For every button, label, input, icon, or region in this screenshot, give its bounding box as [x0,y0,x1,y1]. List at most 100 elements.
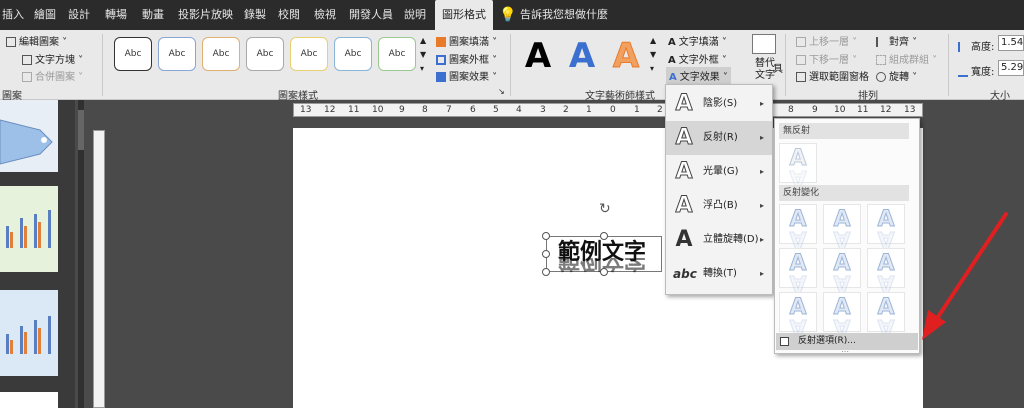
3d-rotation-icon: A [675,227,693,252]
resize-handle[interactable] [542,232,550,240]
ruler-tick-label: 2 [563,105,569,115]
menu-item-shadow[interactable]: A 陰影(S) ▸ [666,87,772,121]
shape-style-3[interactable]: Abc [202,37,240,71]
slide-thumbnail[interactable] [0,290,58,376]
tab-help[interactable]: 說明 [404,0,426,30]
width-input[interactable]: 5.29 公 [998,60,1024,76]
merge-shapes-button[interactable]: 合併圖案 ˅ [22,68,83,83]
styles-scroll-up[interactable]: ▲ [420,36,426,45]
ruler-tick-label: 9 [812,105,818,115]
rotate-icon [876,72,886,82]
menu-item-transform[interactable]: abc 轉換(T) ▸ [666,257,772,291]
tab-shape-format[interactable]: 圖形格式 [435,0,493,30]
wordart-scroll-down[interactable]: ▼ [650,50,656,59]
transform-icon: abc [673,267,697,281]
shape-outline-button[interactable]: 圖案外框 ˅ [436,51,497,66]
reflection-options-item[interactable]: 反射選項(R)... [776,333,918,350]
ruler-tick-label: 9 [399,105,405,115]
shape-style-2[interactable]: Abc [158,37,196,71]
send-backward-button[interactable]: 下移一層 ˅ [796,51,857,66]
no-reflection-option[interactable]: A [779,143,817,183]
reflection-variation[interactable]: A [867,292,905,332]
height-row: 高度: [958,38,994,53]
reflection-variation[interactable]: A [779,292,817,332]
wordart-more[interactable]: ▾ [650,64,654,73]
reflection-variation[interactable]: A [779,204,817,244]
shape-style-5[interactable]: Abc [290,37,328,71]
chevron-right-icon: ▸ [759,269,764,278]
edit-shape-button[interactable]: 編輯圖案 ˅ [6,33,67,48]
shape-style-6[interactable]: Abc [334,37,372,71]
text-box-button[interactable]: 文字方塊 ˅ [22,51,83,66]
menu-item-3d-rotation[interactable]: A 立體旋轉(D) ▸ [666,223,772,257]
height-input[interactable]: 1.54 公 [998,35,1024,51]
reflection-variation[interactable]: A [823,204,861,244]
tell-me-search[interactable]: 告訴我您想做什麼 [520,0,608,30]
tab-record[interactable]: 錄製 [244,0,266,30]
tab-slide-show[interactable]: 投影片放映 [178,0,233,30]
styles-scroll-down[interactable]: ▼ [420,50,426,59]
ruler-tick-label: 5 [493,105,499,115]
text-fill-button[interactable]: A 文字填滿 ˅ [668,33,727,48]
slide-thumbnail[interactable] [0,186,58,272]
selection-pane-button[interactable]: 選取範圍窗格 [796,68,869,83]
resize-handle[interactable] [600,232,608,240]
reflection-variation[interactable]: A [823,292,861,332]
tab-design[interactable]: 設計 [68,0,90,30]
bring-forward-button[interactable]: 上移一層 ˅ [796,33,857,48]
fish-diagram-icon [0,119,53,165]
group-separator [948,34,949,96]
resize-handle[interactable] [542,268,550,276]
ruler-tick-label: 0 [610,105,616,115]
resize-handle[interactable] [542,250,550,258]
bar-chart-icon [6,210,51,248]
dialog-launcher-icon[interactable]: ↘ [498,87,505,96]
alt-text-button[interactable]: 替代文字 [755,58,775,82]
shape-fill-button[interactable]: 圖案填滿 ˅ [436,33,497,48]
slide-thumbnail[interactable] [0,100,58,172]
ruler-tick-label: 4 [516,105,522,115]
ruler-tick-label: 6 [470,105,476,115]
ruler-tick-label: 10 [372,105,384,115]
shape-style-4[interactable]: Abc [246,37,284,71]
tab-developer[interactable]: 開發人員 [349,0,393,30]
wordart-style-blue[interactable]: A [562,36,602,76]
group-button[interactable]: 組成群組 ˅ [876,51,937,66]
wordart-style-black[interactable]: A [518,36,558,76]
shape-effects-button[interactable]: 圖案效果 ˅ [436,68,497,83]
menu-item-bevel[interactable]: A 浮凸(B) ▸ [666,189,772,223]
align-icon [876,37,886,47]
glow-icon: A [675,159,693,185]
rotate-button[interactable]: 旋轉 ˅ [876,68,917,83]
reflection-variation[interactable]: A [867,204,905,244]
tab-review[interactable]: 校閱 [278,0,300,30]
wordart-style-orange[interactable]: A [606,36,646,77]
slide-thumbnail[interactable] [0,392,58,408]
tab-draw[interactable]: 繪圖 [34,0,56,30]
no-reflection-header: 無反射 [779,123,909,139]
text-outline-button[interactable]: A 文字外框 ˅ [668,51,727,66]
tab-view[interactable]: 檢視 [314,0,336,30]
text-effects-button[interactable]: A 文字效果 ˅ [666,67,731,84]
scrollbar-thumb[interactable] [78,110,84,150]
group-separator [785,34,786,96]
height-icon [958,42,968,52]
menu-item-reflection[interactable]: A 反射(R) ▸ [666,121,772,155]
reflection-variation[interactable]: A [867,248,905,288]
shape-style-7[interactable]: Abc [378,37,416,71]
menu-item-glow[interactable]: A 光暈(G) ▸ [666,155,772,189]
reflection-variation[interactable]: A [779,248,817,288]
red-arrow-annotation [922,212,1008,340]
resize-handle[interactable] [600,268,608,276]
tab-transitions[interactable]: 轉場 [105,0,127,30]
tab-insert[interactable]: 插入 [2,0,24,30]
styles-more[interactable]: ▾ [420,64,424,73]
align-button[interactable]: 對齊 ˅ [876,33,917,48]
chevron-right-icon: ▸ [759,99,764,108]
wordart-scroll-up[interactable]: ▲ [650,36,656,45]
rotate-handle-icon[interactable]: ↻ [599,201,611,217]
tab-animations[interactable]: 動畫 [142,0,164,30]
reflection-variation[interactable]: A [823,248,861,288]
ruler-tick-label: 10 [834,105,846,115]
shape-style-1[interactable]: Abc [114,37,152,71]
